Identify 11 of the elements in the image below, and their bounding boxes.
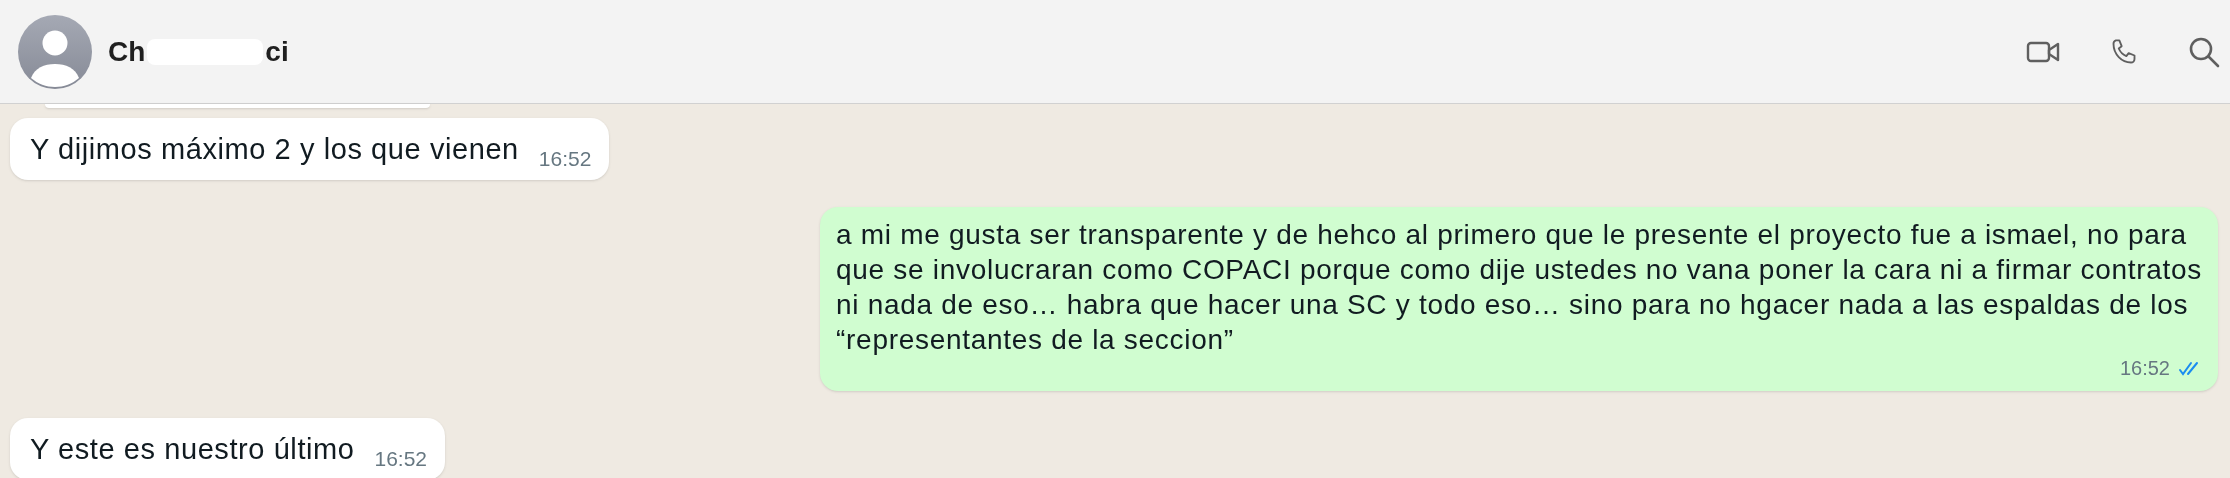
message-time: 16:52 — [2119, 356, 2170, 381]
video-camera-icon[interactable] — [2026, 39, 2060, 64]
avatar-icon[interactable] — [18, 14, 92, 89]
message-text: a mi me gusta ser transparente y de hehco al primero que le presente el proyecto fue a ismael, no para que se involucraran como COPACI porque como dije ustedes no vana poner la cara ni a firmar contratos ni nada de eso… habra que hacer una SC y todo eso… sino para no hgacer nada a las espaldas de los “representantes de la seccion” — [836, 218, 2202, 357]
message-text: Y dijimos máximo 2 y los que vienen — [30, 132, 519, 167]
message-time: 16:52 — [374, 445, 428, 472]
message-text: Y este es nuestro último — [30, 432, 355, 467]
chat-title[interactable]: Ch — [108, 30, 146, 73]
search-icon[interactable] — [2188, 35, 2220, 68]
chat-title[interactable]: ci — [265, 30, 289, 73]
message-time: 16:52 — [538, 145, 592, 172]
